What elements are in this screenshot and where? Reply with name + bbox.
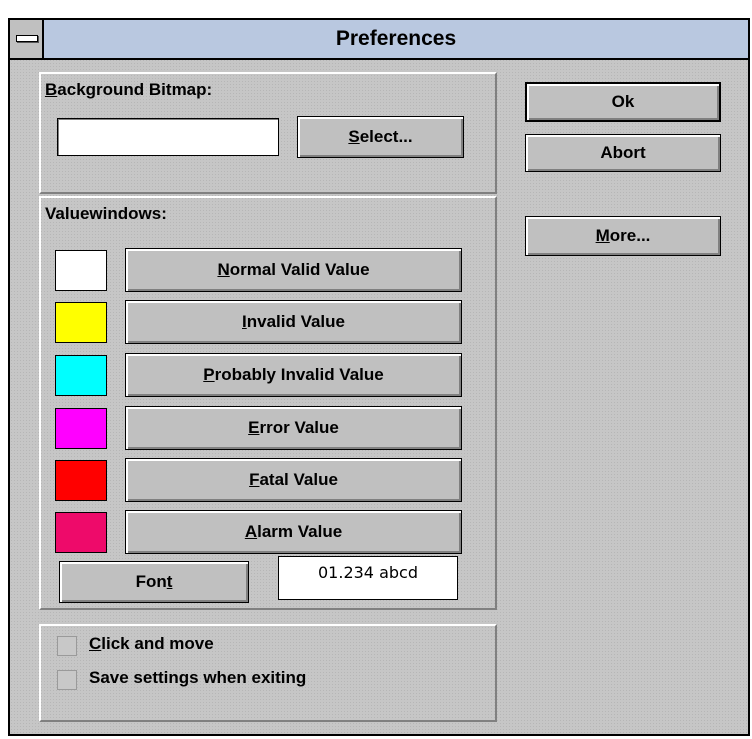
options-group: Click and move Save settings when exitin… bbox=[39, 624, 497, 722]
abort-button-label: Abort bbox=[600, 143, 646, 162]
color-swatch bbox=[55, 302, 107, 343]
background-bitmap-group: Background Bitmap: Select... bbox=[39, 72, 497, 194]
color-swatch bbox=[55, 512, 107, 553]
color-swatch bbox=[55, 250, 107, 291]
ok-button[interactable]: Ok bbox=[525, 82, 721, 122]
window-title: Preferences bbox=[335, 27, 457, 50]
value-color-button[interactable]: Fatal Value bbox=[125, 458, 462, 502]
value-color-button[interactable]: Probably Invalid Value bbox=[125, 353, 462, 397]
click-and-move-checkbox[interactable] bbox=[57, 636, 77, 656]
value-color-button[interactable]: Invalid Value bbox=[125, 300, 462, 344]
save-settings-checkbox[interactable] bbox=[57, 670, 77, 690]
system-menu-button[interactable] bbox=[10, 20, 44, 58]
color-swatch bbox=[55, 408, 107, 449]
background-bitmap-field[interactable] bbox=[57, 118, 279, 156]
value-color-button[interactable]: Alarm Value bbox=[125, 510, 462, 554]
preferences-dialog: Preferences Background Bitmap: Select...… bbox=[8, 18, 750, 736]
value-color-button[interactable]: Error Value bbox=[125, 406, 462, 450]
more-button[interactable]: More... bbox=[525, 216, 721, 256]
color-swatch bbox=[55, 355, 107, 396]
save-settings-label[interactable]: Save settings when exiting bbox=[89, 668, 306, 688]
abort-button[interactable]: Abort bbox=[525, 134, 721, 172]
color-swatch bbox=[55, 460, 107, 501]
valuewindows-label: Valuewindows: bbox=[45, 204, 167, 223]
system-menu-icon bbox=[16, 35, 38, 42]
background-bitmap-label: Background Bitmap: bbox=[45, 80, 213, 99]
title-bar: Preferences bbox=[10, 20, 748, 60]
font-sample: 01.234 abcd bbox=[278, 556, 458, 600]
font-button[interactable]: Fon t bbox=[59, 561, 249, 603]
value-color-button[interactable]: Normal Valid Value bbox=[125, 248, 462, 292]
select-bitmap-button[interactable]: Select... bbox=[297, 116, 464, 158]
ok-button-label: Ok bbox=[611, 92, 635, 111]
click-and-move-label[interactable]: Click and move bbox=[89, 634, 214, 654]
valuewindows-group: Valuewindows: Normal Valid Value Invalid … bbox=[39, 196, 497, 610]
